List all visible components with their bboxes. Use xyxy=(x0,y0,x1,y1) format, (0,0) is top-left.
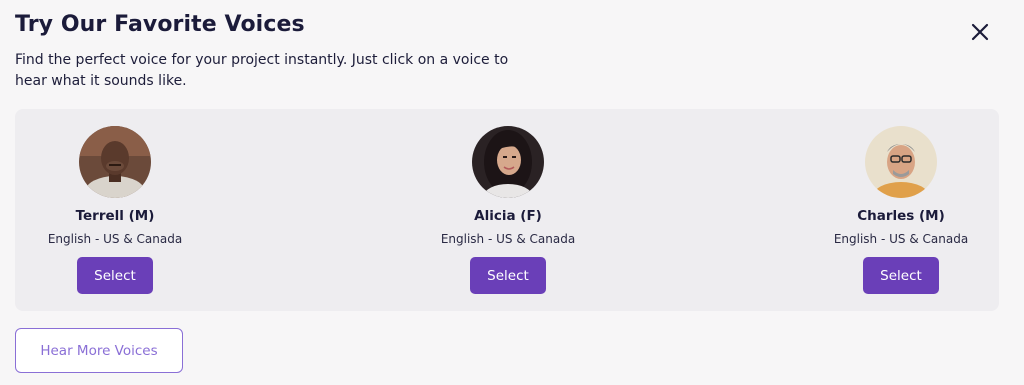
modal-subtitle: Find the perfect voice for your project … xyxy=(15,52,509,89)
voice-card-terrell: Terrell (M) English - US & Canada Select xyxy=(15,109,215,311)
voice-language: English - US & Canada xyxy=(833,232,969,246)
avatar-charles xyxy=(865,126,937,198)
hear-more-voices-button[interactable]: Hear More Voices xyxy=(15,328,183,373)
close-button[interactable] xyxy=(966,18,994,46)
voice-name: Alicia (F) xyxy=(474,208,542,224)
select-button-alicia[interactable]: Select xyxy=(470,257,546,294)
voice-language: English - US & Canada xyxy=(440,232,576,246)
avatar-alicia xyxy=(472,126,544,198)
voice-card-alicia: Alicia (F) English - US & Canada Select xyxy=(408,109,608,311)
select-button-terrell[interactable]: Select xyxy=(77,257,153,294)
voice-name: Charles (M) xyxy=(857,208,945,224)
voice-name: Terrell (M) xyxy=(75,208,155,224)
close-icon xyxy=(971,23,989,41)
voice-card-charles: Charles (M) English - US & Canada Select xyxy=(801,109,1001,311)
voice-language: English - US & Canada xyxy=(47,232,183,246)
voices-panel: Terrell (M) English - US & Canada Select… xyxy=(15,109,999,311)
avatar-terrell xyxy=(79,126,151,198)
modal-title: Try Our Favorite Voices xyxy=(15,12,305,37)
voices-modal: Try Our Favorite Voices Find the perfect… xyxy=(0,0,1024,385)
select-button-charles[interactable]: Select xyxy=(863,257,939,294)
